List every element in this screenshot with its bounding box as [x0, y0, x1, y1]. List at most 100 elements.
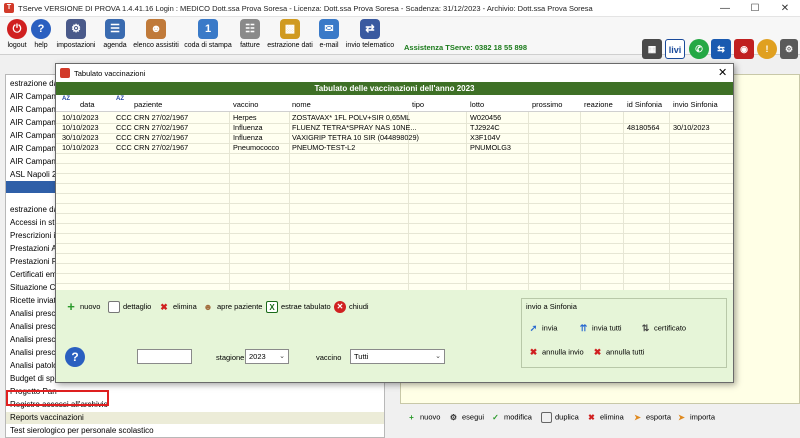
- table-header: AZ data AZ paziente vaccino nome tipo lo…: [56, 95, 733, 112]
- column-header-lotto[interactable]: lotto: [470, 100, 484, 109]
- report-actions-bar: + nuovo ⚙ esegui ✓ modifica duplica ✖ elimin…: [400, 410, 800, 430]
- dialog-actions-panel: + nuovo dettaglio ✖ elimina ☻ apre paziente…: [56, 290, 733, 382]
- list-item-selected[interactable]: Reports vaccinazioni: [6, 412, 384, 424]
- column-header-vaccino[interactable]: vaccino: [233, 100, 258, 109]
- list-item[interactable]: Test sierologico per personale scolastic…: [6, 425, 384, 437]
- vaccinations-table: AZ data AZ paziente vaccino nome tipo lo…: [56, 95, 733, 290]
- column-header-nome[interactable]: nome: [292, 100, 311, 109]
- app-title: TServe VERSIONE DI PROVA 1.4.41.16 Login…: [18, 4, 593, 13]
- sort-az-icon[interactable]: AZ: [116, 96, 124, 103]
- print-queue-icon: 1: [198, 19, 218, 39]
- search-input[interactable]: [137, 349, 192, 364]
- table-row[interactable]: 10/10/2023 CCC CRN 27/02/1967 Influenza …: [56, 123, 733, 133]
- export-icon: ➤: [634, 413, 641, 422]
- season-select[interactable]: 2023 ⌄: [245, 349, 289, 364]
- plus-icon: +: [409, 413, 414, 422]
- delete-icon: ✖: [588, 413, 595, 422]
- livi-icon[interactable]: livi: [665, 39, 685, 59]
- toolbar-coda-di-stampa[interactable]: 1 coda di stampa: [182, 19, 234, 53]
- column-header-prossimo[interactable]: prossimo: [532, 100, 562, 109]
- report-delete-button[interactable]: ✖ elimina: [586, 412, 624, 423]
- toolbar-agenda[interactable]: ☰ agenda: [100, 19, 130, 53]
- certificato-button[interactable]: ⇅ certificato: [640, 323, 686, 334]
- help-icon: ?: [31, 19, 51, 39]
- invoice-icon: ☷: [240, 19, 260, 39]
- invia-tutti-button[interactable]: ⇈ invia tutti: [578, 323, 622, 334]
- chiudi-button[interactable]: ✕ chiudi: [334, 301, 369, 313]
- main-toolbar: ⏻ logout ? help ⚙ impostazioni ☰ agenda …: [0, 17, 800, 59]
- telematic-send-icon: ⇄: [360, 19, 380, 39]
- nuovo-button[interactable]: + nuovo: [65, 300, 100, 313]
- dialog-banner: Tabulato delle vaccinazioni dell'anno 20…: [56, 82, 733, 95]
- send-all-icon: ⇈: [579, 323, 588, 333]
- annulla-tutti-button[interactable]: ✖ annulla tutti: [592, 347, 645, 358]
- table-row[interactable]: 10/10/2023 CCC CRN 27/02/1967 Herpes ZOS…: [56, 113, 733, 123]
- sort-az-icon[interactable]: AZ: [62, 96, 70, 103]
- sinfonia-group: invio a Sinfonia ➚ invia ⇈ invia tutti ⇅ ce…: [521, 298, 727, 368]
- email-icon: ✉: [319, 19, 339, 39]
- vaccine-select[interactable]: Tutti ⌄: [350, 349, 445, 364]
- cancel-all-icon: ✖: [593, 347, 602, 357]
- run-icon: ⚙: [449, 413, 458, 422]
- excel-icon: X: [266, 301, 278, 313]
- report-import-button[interactable]: ➤ importa: [676, 412, 715, 423]
- vaccino-label: vaccino: [316, 353, 342, 362]
- column-header-invio-sinfonia[interactable]: invio Sinfonia: [673, 100, 718, 109]
- remote-assist-icon[interactable]: ◉: [734, 39, 754, 59]
- invia-button[interactable]: ➚ invia: [528, 323, 558, 334]
- highlight-box: [6, 390, 109, 406]
- info-icon[interactable]: !: [757, 39, 777, 59]
- teamviewer-icon[interactable]: ⇆: [711, 39, 731, 59]
- table-row[interactable]: 30/10/2023 CCC CRN 27/02/1967 Influenza …: [56, 133, 733, 143]
- report-export-button[interactable]: ➤ esporta: [632, 412, 671, 423]
- delete-icon: ✖: [160, 302, 168, 312]
- dialog-title-bar: Tabulato vaccinazioni ✕: [56, 64, 733, 82]
- column-header-id-sinfonia[interactable]: id Sinfonia: [627, 100, 662, 109]
- close-icon: ✕: [334, 301, 346, 313]
- toolbar-estrazione-dati[interactable]: ▩ estrazione dati: [266, 19, 314, 53]
- data-extraction-icon: ▩: [280, 19, 300, 39]
- power-icon: ⏻: [7, 19, 27, 39]
- agenda-icon: ☰: [105, 19, 125, 39]
- whatsapp-icon[interactable]: ✆: [689, 39, 709, 59]
- toolbar-logout[interactable]: ⏻ logout: [4, 19, 30, 53]
- annulla-invio-button[interactable]: ✖ annulla invio: [528, 347, 584, 358]
- dialog-close-icon[interactable]: ✕: [718, 66, 727, 79]
- duplicate-icon: [541, 412, 552, 423]
- send-icon: ➚: [529, 323, 538, 333]
- dettaglio-button[interactable]: dettaglio: [108, 301, 151, 313]
- apre-paziente-button[interactable]: ☻ apre paziente: [202, 301, 262, 313]
- estrae-tabulato-button[interactable]: Xestrae tabulato: [266, 301, 331, 313]
- config-icon[interactable]: ⚙: [780, 39, 798, 59]
- report-run-button[interactable]: ⚙ esegui: [448, 412, 484, 423]
- maximize-icon[interactable]: ☐: [740, 0, 770, 17]
- report-new-button[interactable]: + nuovo: [406, 412, 440, 423]
- report-edit-button[interactable]: ✓ modifica: [490, 412, 532, 423]
- column-header-paziente[interactable]: paziente: [134, 100, 162, 109]
- tabulato-vaccinazioni-dialog: Tabulato vaccinazioni ✕ Tabulato delle v…: [55, 63, 734, 383]
- toolbar-help[interactable]: ? help: [30, 19, 52, 53]
- toolbar-invio-telematico[interactable]: ⇄ invio telematico: [344, 19, 396, 53]
- report-duplicate-button[interactable]: duplica: [541, 412, 579, 423]
- close-window-icon[interactable]: ✕: [770, 0, 800, 17]
- toolbar-fatture[interactable]: ☷ fatture: [235, 19, 265, 53]
- toolbar-impostazioni[interactable]: ⚙ impostazioni: [53, 19, 99, 53]
- elimina-button[interactable]: ✖ elimina: [158, 301, 197, 313]
- patient-icon: ☻: [203, 302, 213, 312]
- column-header-reazione[interactable]: reazione: [584, 100, 613, 109]
- toolbar-email[interactable]: ✉ e-mail: [315, 19, 343, 53]
- table-row[interactable]: 10/10/2023 CCC CRN 27/02/1967 Pneumococc…: [56, 143, 733, 153]
- chevron-down-icon: ⌄: [435, 353, 441, 360]
- certificate-icon: ⇅: [641, 323, 650, 333]
- stagione-label: stagione: [216, 353, 245, 362]
- toolbar-elenco-assistiti[interactable]: ☻ elenco assistiti: [131, 19, 181, 53]
- column-header-data[interactable]: data: [80, 100, 95, 109]
- grid-app-icon[interactable]: ▦: [642, 39, 662, 59]
- cancel-icon: ✖: [529, 347, 538, 357]
- app-title-bar: T TServe VERSIONE DI PROVA 1.4.41.16 Log…: [0, 0, 800, 17]
- import-icon: ➤: [678, 413, 685, 422]
- minimize-icon[interactable]: —: [710, 0, 740, 17]
- help-icon[interactable]: ?: [65, 347, 85, 367]
- column-header-tipo[interactable]: tipo: [412, 100, 424, 109]
- app-logo-icon: T: [4, 3, 14, 13]
